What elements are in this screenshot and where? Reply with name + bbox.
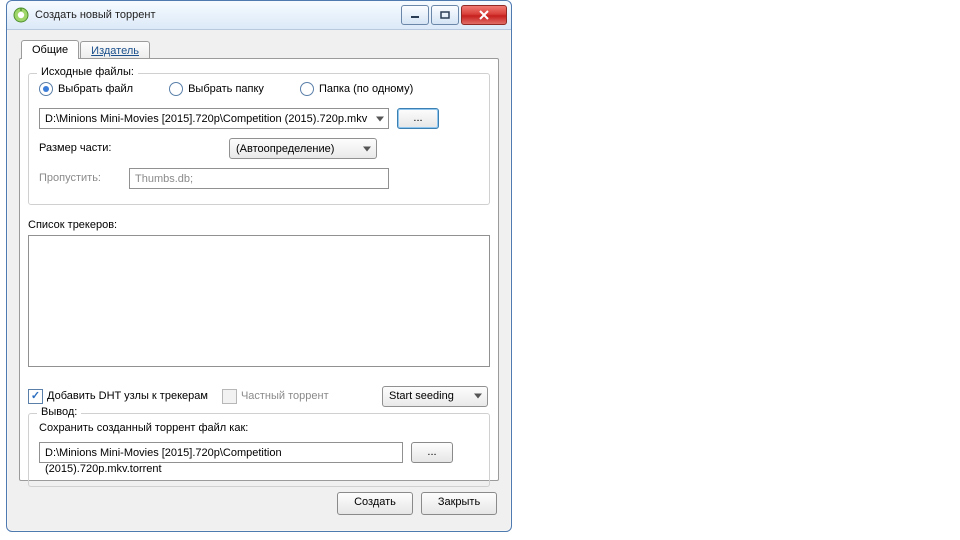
radio-dot-icon [300, 82, 314, 96]
chevron-down-icon [363, 146, 371, 151]
close-button[interactable] [461, 5, 507, 25]
group-legend: Вывод: [37, 406, 81, 418]
radio-label: Выбрать папку [188, 83, 264, 95]
piece-size-select[interactable]: (Автоопределение) [229, 138, 377, 159]
window-frame: Создать новый торрент Общие Издатель [6, 0, 512, 532]
window-buttons [399, 5, 507, 25]
button-label: ... [427, 446, 436, 458]
seeding-select[interactable]: Start seeding [382, 386, 488, 407]
tabstrip: Общие Издатель [21, 37, 151, 59]
seeding-value: Start seeding [389, 390, 454, 402]
source-mode-radios: Выбрать файл Выбрать папку Папка (по одн… [39, 82, 413, 96]
checkbox-icon [28, 389, 43, 404]
group-source-files: Исходные файлы: Выбрать файл Выбрать пап… [28, 73, 490, 205]
dialog-buttons: Создать Закрыть [337, 492, 497, 515]
minimize-button[interactable] [401, 5, 429, 25]
radio-dot-icon [169, 82, 183, 96]
radio-label: Папка (по одному) [319, 83, 413, 95]
group-output: Вывод: Сохранить созданный торрент файл … [28, 413, 490, 487]
skip-value: Thumbs.db; [135, 173, 193, 185]
skip-input[interactable]: Thumbs.db; [129, 168, 389, 189]
source-path-value: D:\Minions Mini-Movies [2015].720p\Compe… [45, 113, 367, 125]
app-icon [13, 7, 29, 23]
button-label: ... [413, 112, 422, 124]
trackers-label: Список трекеров: [28, 219, 117, 231]
tab-publisher[interactable]: Издатель [80, 41, 150, 59]
tab-label: Общие [32, 44, 68, 56]
chevron-down-icon [474, 394, 482, 399]
save-as-label: Сохранить созданный торрент файл как: [39, 422, 248, 434]
create-button[interactable]: Создать [337, 492, 413, 515]
piece-size-value: (Автоопределение) [236, 143, 334, 155]
radio-select-folder[interactable]: Выбрать папку [169, 82, 264, 96]
browse-source-button[interactable]: ... [397, 108, 439, 129]
checkbox-label: Частный торрент [241, 390, 329, 402]
source-path-combo[interactable]: D:\Minions Mini-Movies [2015].720p\Compe… [39, 108, 389, 129]
window-title: Создать новый торрент [35, 9, 399, 21]
browse-output-button[interactable]: ... [411, 442, 453, 463]
client-area: Общие Издатель Исходные файлы: Выбрать ф… [15, 35, 503, 523]
button-label: Создать [354, 496, 396, 508]
close-dialog-button[interactable]: Закрыть [421, 492, 497, 515]
radio-label: Выбрать файл [58, 83, 133, 95]
options-row: Добавить DHT узлы к трекерам Частный тор… [28, 385, 490, 407]
radio-folder-each[interactable]: Папка (по одному) [300, 82, 413, 96]
output-path-input[interactable]: D:\Minions Mini-Movies [2015].720p\Compe… [39, 442, 403, 463]
radio-dot-icon [39, 82, 53, 96]
checkbox-dht[interactable]: Добавить DHT узлы к трекерам [28, 389, 208, 404]
maximize-button[interactable] [431, 5, 459, 25]
tab-label: Издатель [91, 45, 139, 57]
checkbox-private: Частный торрент [222, 389, 329, 404]
group-legend: Исходные файлы: [37, 66, 138, 78]
radio-select-file[interactable]: Выбрать файл [39, 82, 133, 96]
trackers-textarea[interactable] [28, 235, 490, 367]
button-label: Закрыть [438, 496, 480, 508]
checkbox-label: Добавить DHT узлы к трекерам [47, 390, 208, 402]
checkbox-icon [222, 389, 237, 404]
skip-label: Пропустить: [39, 172, 101, 184]
piece-size-label: Размер части: [39, 142, 111, 154]
chevron-down-icon [376, 116, 384, 121]
tab-general[interactable]: Общие [21, 40, 79, 59]
titlebar[interactable]: Создать новый торрент [7, 1, 511, 30]
output-path-value: D:\Minions Mini-Movies [2015].720p\Compe… [45, 447, 282, 475]
tab-panel-general: Исходные файлы: Выбрать файл Выбрать пап… [19, 58, 499, 481]
